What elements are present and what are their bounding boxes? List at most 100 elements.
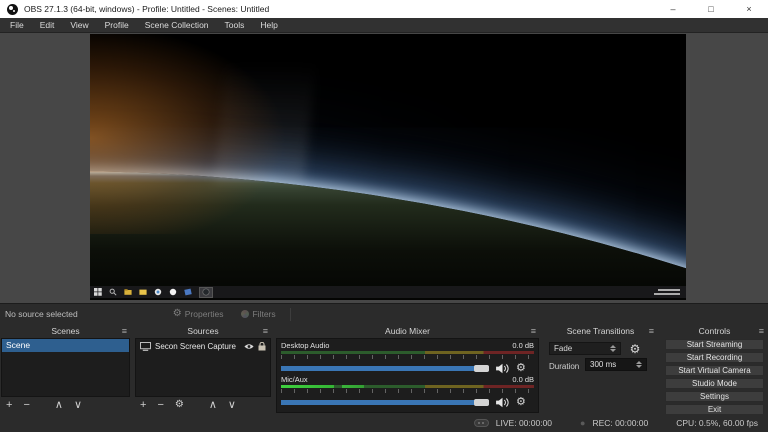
audio-mixer-panel: Audio Mixer ≡ Desktop Audio 0.0 dB ⚙ xyxy=(275,324,540,414)
transition-value: Fade xyxy=(554,344,572,353)
add-scene-button[interactable]: + xyxy=(6,400,12,411)
volume-fill xyxy=(281,366,489,371)
desktop-audio-settings-icon[interactable]: ⚙ xyxy=(516,363,526,374)
taskbar-explorer-icon xyxy=(124,288,132,296)
minimize-button[interactable]: – xyxy=(654,0,692,18)
scene-preview[interactable] xyxy=(90,34,686,300)
speaker-icon[interactable] xyxy=(495,397,510,408)
preview-area xyxy=(0,33,768,303)
filters-label: Filters xyxy=(252,309,275,319)
mic-level-indicator xyxy=(281,385,334,388)
desktop-audio-meter-ticks xyxy=(281,355,534,359)
transitions-panel-menu-icon[interactable]: ≡ xyxy=(649,324,654,338)
transitions-panel-title: Scene Transitions xyxy=(567,326,635,336)
source-up-button[interactable]: ∧ xyxy=(209,400,217,411)
transitions-panel-header: Scene Transitions ≡ xyxy=(543,324,658,338)
captured-taskbar xyxy=(90,286,686,298)
sources-panel-header: Sources ≡ xyxy=(134,324,272,338)
transition-select[interactable]: Fade xyxy=(549,342,621,355)
no-source-label: No source selected xyxy=(5,309,78,319)
studio-mode-button[interactable]: Studio Mode xyxy=(665,378,764,389)
sources-panel-title: Sources xyxy=(187,326,218,336)
scenes-panel-header: Scenes ≡ xyxy=(0,324,131,338)
mic-aux-settings-icon[interactable]: ⚙ xyxy=(516,397,526,408)
properties-gear-icon: ⚙ xyxy=(173,309,182,319)
volume-handle[interactable] xyxy=(474,365,489,372)
menu-profile[interactable]: Profile xyxy=(97,20,137,30)
menu-scene-collection[interactable]: Scene Collection xyxy=(137,20,217,30)
taskbar-search-icon xyxy=(109,288,117,296)
mic-aux-meter-ticks xyxy=(281,389,534,393)
source-down-button[interactable]: ∨ xyxy=(228,400,236,411)
remove-source-button[interactable]: − xyxy=(157,400,163,411)
volume-handle[interactable] xyxy=(474,399,489,406)
desktop-audio-channel: Desktop Audio 0.0 dB ⚙ xyxy=(281,341,534,374)
source-properties-button[interactable]: ⚙ xyxy=(175,400,184,410)
toolbar-divider xyxy=(290,308,291,321)
close-button[interactable]: × xyxy=(730,0,768,18)
controls-panel-menu-icon[interactable]: ≡ xyxy=(759,324,764,338)
source-list-item[interactable]: Secon Screen Capture xyxy=(136,339,270,353)
filters-icon xyxy=(241,310,249,318)
taskbar-app-icon xyxy=(169,288,177,296)
mic-aux-label: Mic/Aux xyxy=(281,375,308,384)
menu-file[interactable]: File xyxy=(2,20,32,30)
clock-date-line xyxy=(654,293,680,295)
atmosphere-orange-glow xyxy=(90,34,370,234)
taskbar-clock xyxy=(654,289,680,295)
scene-down-button[interactable]: ∨ xyxy=(74,400,82,411)
menu-edit[interactable]: Edit xyxy=(32,20,63,30)
desktop-audio-db: 0.0 dB xyxy=(512,341,534,350)
taskbar-steam-icon xyxy=(184,288,192,296)
add-source-button[interactable]: + xyxy=(140,400,146,411)
duration-spinbox[interactable]: 300 ms xyxy=(585,358,647,371)
scenes-panel-title: Scenes xyxy=(51,326,79,336)
menu-bar: File Edit View Profile Scene Collection … xyxy=(0,18,768,33)
sources-list[interactable]: Secon Screen Capture xyxy=(135,338,271,397)
maximize-button[interactable]: □ xyxy=(692,0,730,18)
menu-help[interactable]: Help xyxy=(252,20,285,30)
scene-transitions-panel: Scene Transitions ≡ Fade ⚙ Duration 300 … xyxy=(543,324,658,414)
mic-aux-volume-slider[interactable] xyxy=(281,400,489,405)
settings-button[interactable]: Settings xyxy=(665,391,764,402)
desktop-audio-label: Desktop Audio xyxy=(281,341,329,350)
transitions-body: Fade ⚙ Duration 300 ms xyxy=(543,338,658,414)
speaker-icon[interactable] xyxy=(495,363,510,374)
scene-list-item[interactable]: Scene xyxy=(2,339,129,352)
properties-button[interactable]: ⚙ Properties xyxy=(173,309,224,319)
window-title: OBS 27.1.3 (64-bit, windows) - Profile: … xyxy=(24,4,269,14)
mic-aux-channel: Mic/Aux 0.0 dB ⚙ xyxy=(281,375,534,408)
menu-tools[interactable]: Tools xyxy=(217,20,253,30)
start-streaming-button[interactable]: Start Streaming xyxy=(665,339,764,350)
duration-label: Duration xyxy=(549,360,579,373)
obs-window: OBS 27.1.3 (64-bit, windows) - Profile: … xyxy=(0,0,768,432)
scene-up-button[interactable]: ∧ xyxy=(55,400,63,411)
display-source-icon xyxy=(140,342,151,351)
scenes-panel: Scenes ≡ Scene + − ∧ ∨ xyxy=(0,324,131,414)
scenes-panel-menu-icon[interactable]: ≡ xyxy=(122,324,127,338)
remove-scene-button[interactable]: − xyxy=(23,400,29,411)
menu-view[interactable]: View xyxy=(62,20,96,30)
mixer-panel-menu-icon[interactable]: ≡ xyxy=(531,324,536,338)
sources-panel-menu-icon[interactable]: ≡ xyxy=(263,324,268,338)
start-recording-button[interactable]: Start Recording xyxy=(665,352,764,363)
desktop-audio-meter xyxy=(281,351,534,354)
rec-status-icon: ● xyxy=(580,419,585,428)
transition-settings-button[interactable]: ⚙ xyxy=(627,341,643,356)
filters-button[interactable]: Filters xyxy=(241,309,275,319)
sources-toolbar: + − ⚙ ∧ ∨ xyxy=(135,397,271,413)
duration-value: 300 ms xyxy=(590,360,616,369)
cpu-fps-stats: CPU: 0.5%, 60.00 fps xyxy=(676,418,758,428)
controls-panel: Controls ≡ Start Streaming Start Recordi… xyxy=(661,324,768,414)
desktop-audio-volume-slider[interactable] xyxy=(281,366,489,371)
visibility-eye-icon[interactable] xyxy=(244,343,254,350)
volume-fill xyxy=(281,400,489,405)
live-timer: LIVE: 00:00:00 xyxy=(496,418,552,428)
start-virtual-camera-button[interactable]: Start Virtual Camera xyxy=(665,365,764,376)
spinbox-arrows-icon[interactable] xyxy=(636,361,642,368)
lock-icon[interactable] xyxy=(258,342,266,351)
clock-time-line xyxy=(658,289,680,291)
mic-aux-db: 0.0 dB xyxy=(512,375,534,384)
scenes-list[interactable]: Scene xyxy=(1,338,130,397)
properties-label: Properties xyxy=(185,309,224,319)
